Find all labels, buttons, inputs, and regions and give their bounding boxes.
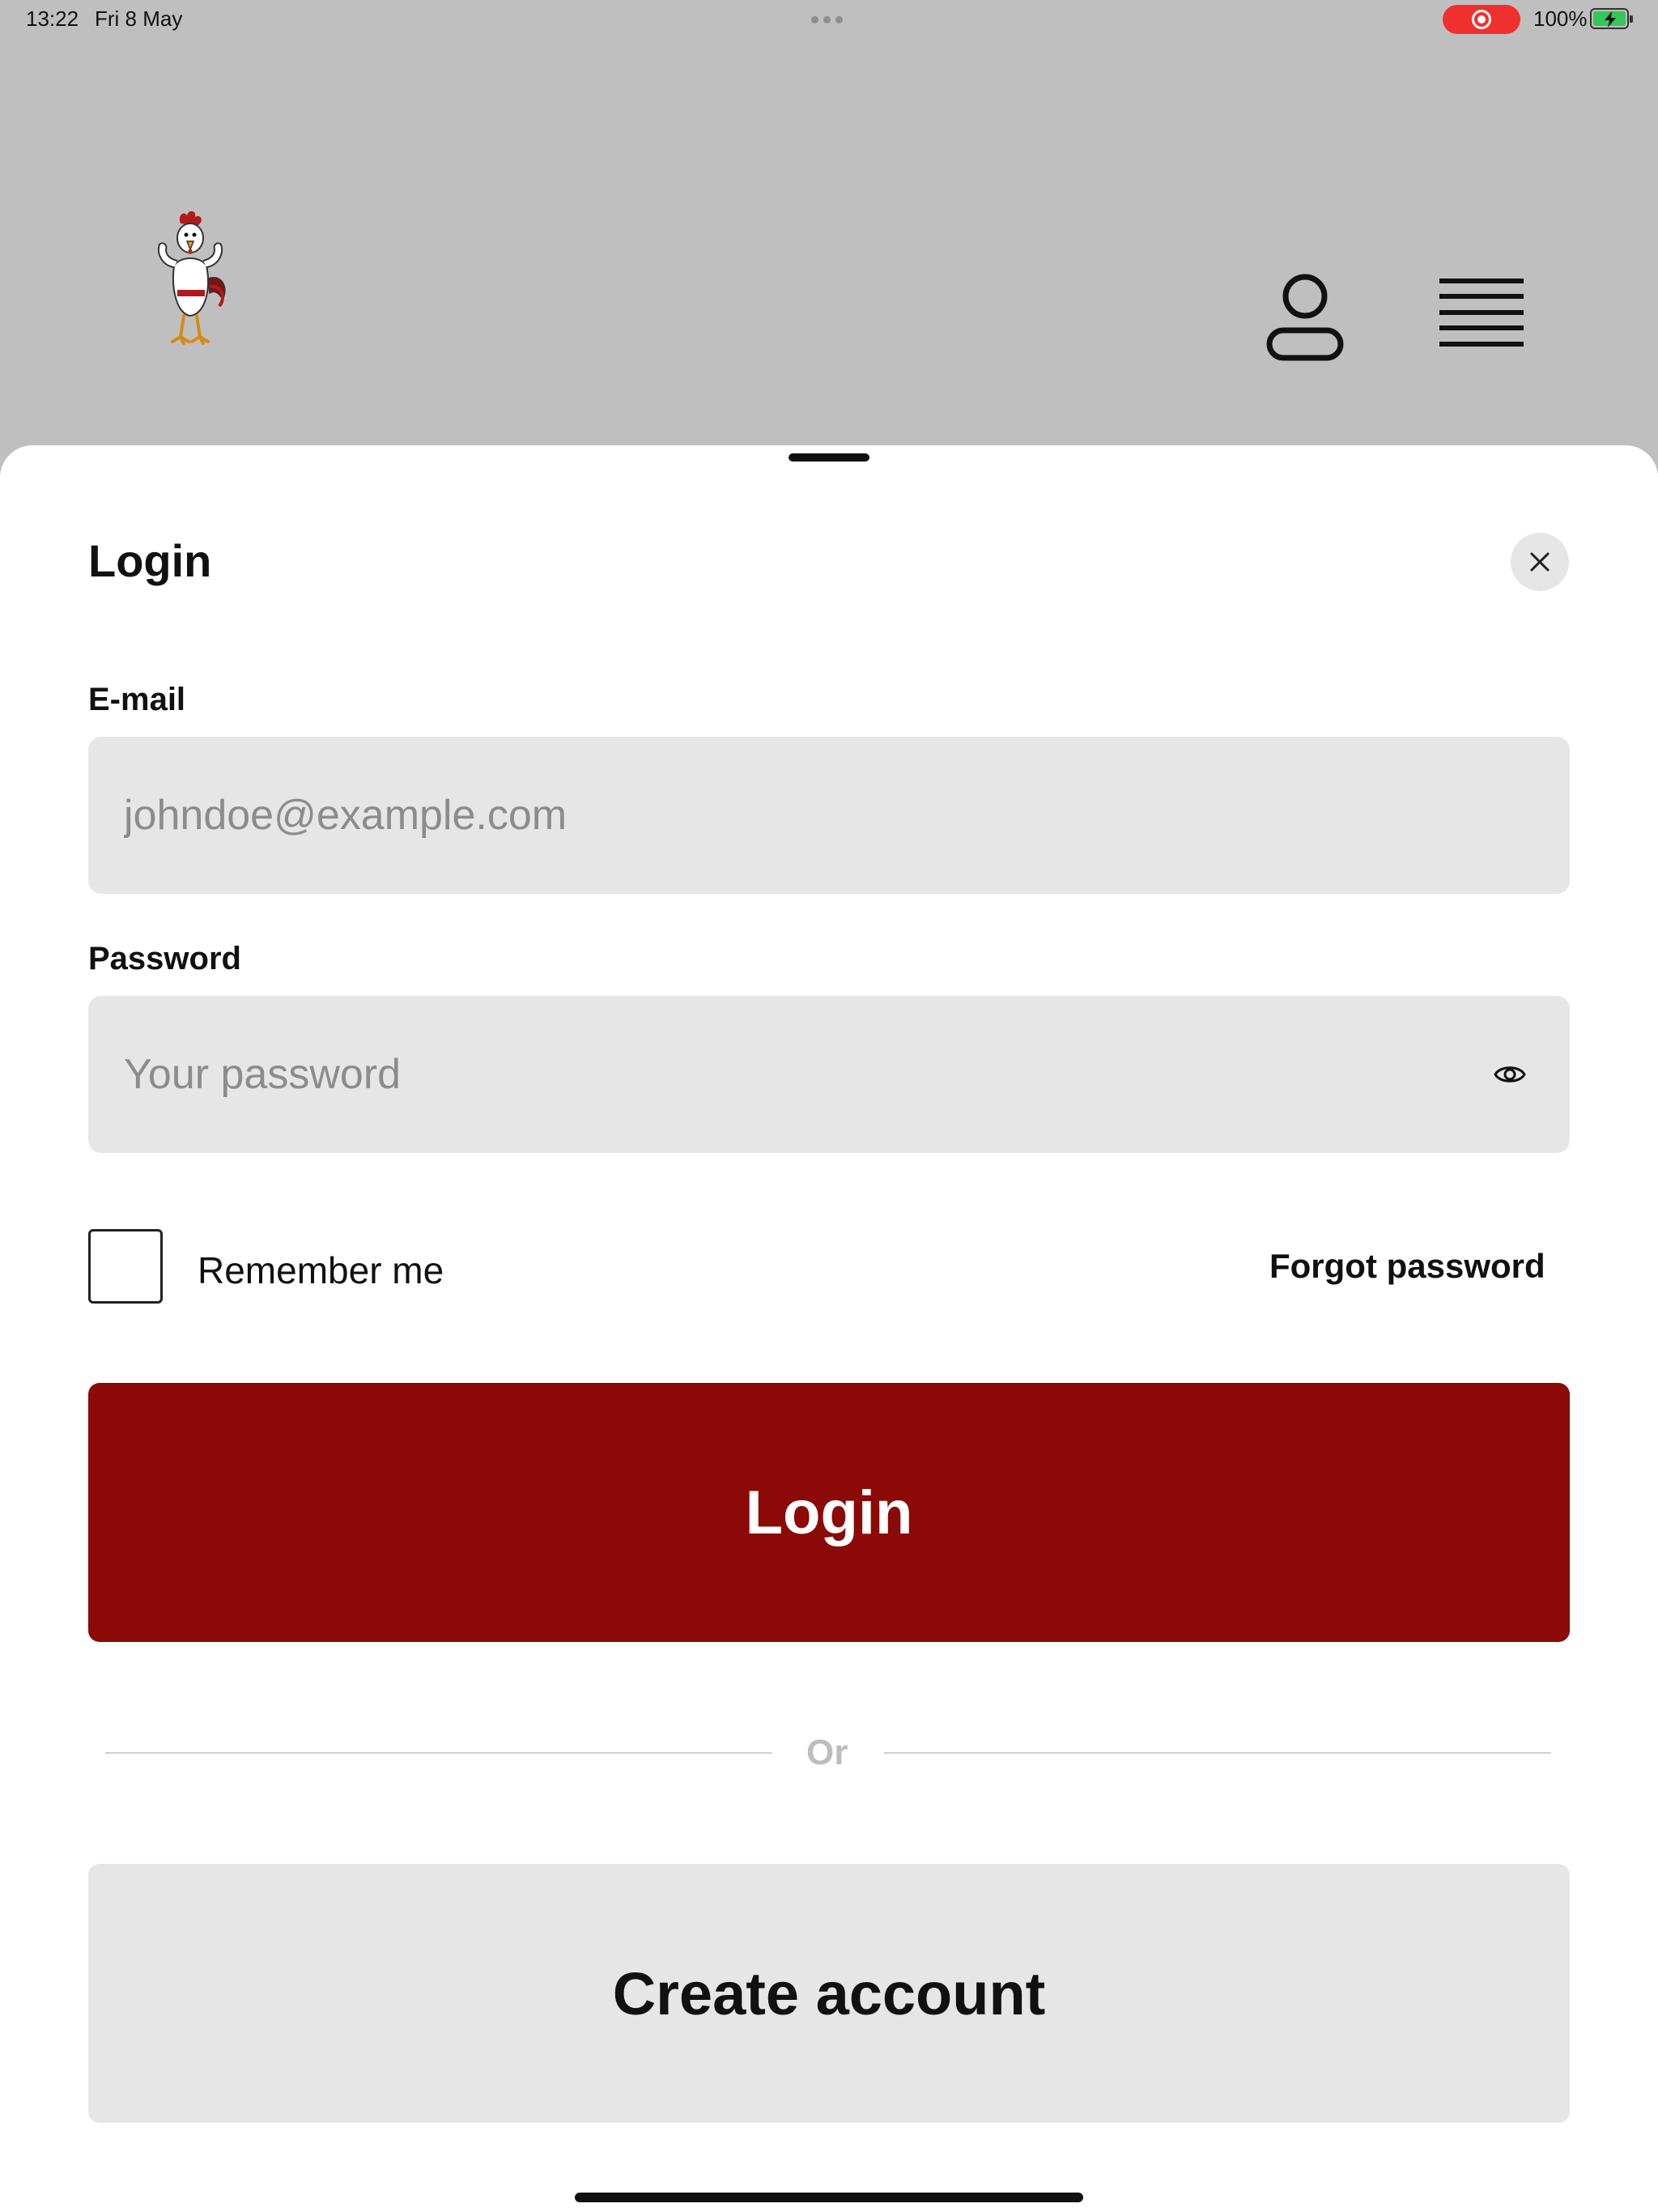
divider-line-right xyxy=(884,1752,1551,1754)
app-header xyxy=(0,39,1658,444)
screen-recording-icon[interactable] xyxy=(1443,5,1520,34)
screen: 13:22 Fri 8 May 100% Login E-mail johndo… xyxy=(0,0,1658,2212)
user-icon[interactable] xyxy=(1265,267,1346,364)
divider-text: Or xyxy=(806,1733,848,1772)
divider-line-left xyxy=(105,1752,772,1754)
email-field[interactable] xyxy=(124,737,1484,894)
battery-charging-icon xyxy=(1590,8,1633,29)
multitasking-dots-icon[interactable] xyxy=(811,16,843,23)
login-sheet: Login E-mail Password Remember me Forgot… xyxy=(0,445,1658,2212)
login-button[interactable]: Login xyxy=(88,1383,1570,1642)
eye-icon[interactable] xyxy=(1494,1061,1526,1088)
password-label: Password xyxy=(88,941,241,976)
create-account-button[interactable]: Create account xyxy=(88,1864,1570,2123)
status-time: 13:22 xyxy=(26,6,79,31)
home-indicator[interactable] xyxy=(575,2193,1083,2202)
forgot-password-link[interactable]: Forgot password xyxy=(1269,1247,1545,1286)
status-bar: 13:22 Fri 8 May 100% xyxy=(0,0,1658,39)
hamburger-menu-icon[interactable] xyxy=(1439,279,1524,347)
password-field-container xyxy=(88,996,1570,1153)
battery-percent: 100% xyxy=(1533,6,1588,31)
status-date: Fri 8 May xyxy=(95,6,183,31)
remember-me-label[interactable]: Remember me xyxy=(198,1249,444,1292)
email-label: E-mail xyxy=(88,682,186,717)
email-field-container xyxy=(88,737,1570,894)
remember-me-checkbox[interactable] xyxy=(88,1229,163,1304)
sheet-title: Login xyxy=(88,535,212,586)
close-icon xyxy=(1530,552,1550,572)
sheet-grabber[interactable] xyxy=(789,453,869,462)
password-field[interactable] xyxy=(124,996,1484,1153)
rooster-mascot-logo[interactable] xyxy=(142,209,239,351)
close-button[interactable] xyxy=(1511,533,1569,591)
